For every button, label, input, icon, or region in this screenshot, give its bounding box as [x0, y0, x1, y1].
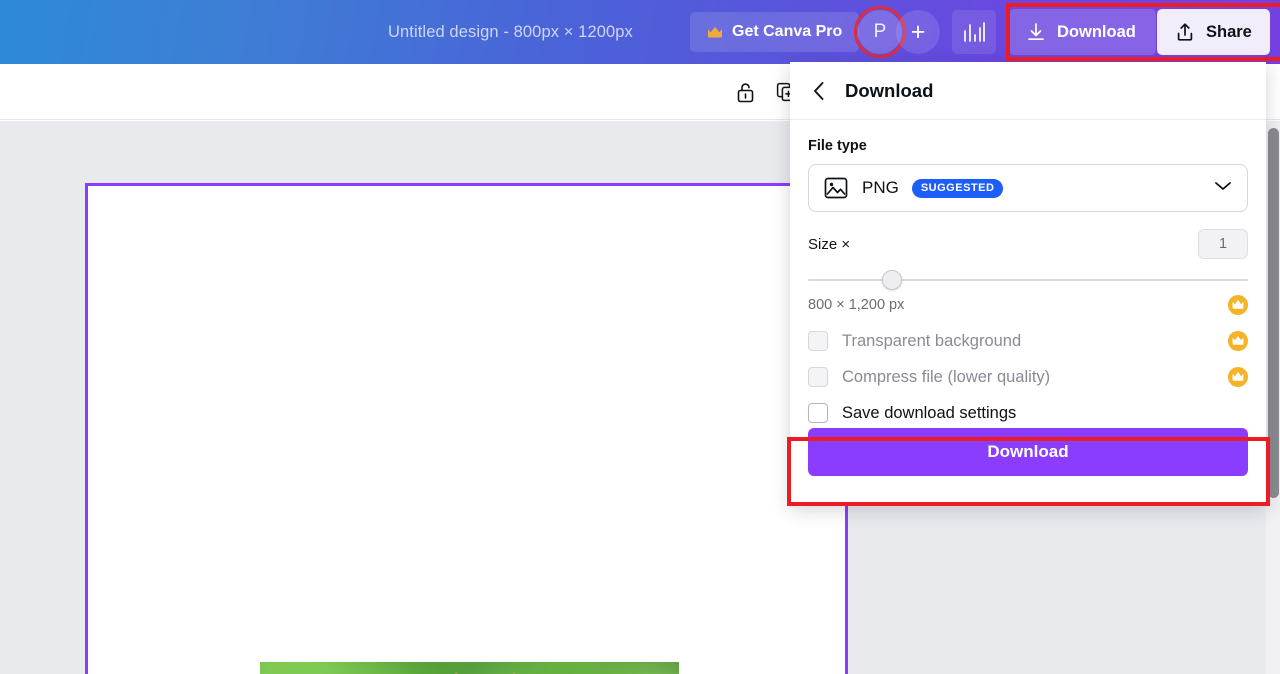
design-page[interactable]: [85, 183, 848, 674]
transparent-background-checkbox[interactable]: [808, 331, 828, 351]
download-action-wrap: Download: [808, 428, 1248, 476]
get-canva-pro-label: Get Canva Pro: [732, 23, 843, 40]
download-panel: Download File type PNG SUGGESTED Size × …: [790, 62, 1266, 506]
dimensions-row: 800 × 1,200 px: [808, 295, 1248, 315]
size-slider-track[interactable]: [808, 279, 1248, 281]
file-type-chevron[interactable]: [1213, 179, 1233, 197]
crown-badge-icon: [1228, 367, 1248, 387]
compress-file-label: Compress file (lower quality): [842, 367, 1051, 386]
file-type-select[interactable]: PNG SUGGESTED: [808, 164, 1248, 212]
size-input[interactable]: 1: [1198, 229, 1248, 259]
option-compress-file[interactable]: Compress file (lower quality): [808, 367, 1248, 387]
dimensions-text: 800 × 1,200 px: [808, 297, 905, 313]
compress-file-checkbox[interactable]: [808, 367, 828, 387]
lock-button[interactable]: [731, 78, 759, 106]
chevron-left-icon: [814, 81, 824, 100]
canva-editor-screen: Untitled design - 800px × 1200px Get Can…: [0, 0, 1280, 674]
save-download-settings-checkbox[interactable]: [808, 403, 828, 423]
panel-back-button[interactable]: [807, 79, 831, 103]
insights-button[interactable]: [952, 10, 996, 54]
header-download-button[interactable]: Download: [1009, 9, 1156, 55]
header-share-button[interactable]: Share: [1157, 9, 1270, 55]
size-row: Size × 1: [808, 229, 1248, 259]
crown-badge-icon: [1228, 331, 1248, 351]
download-panel-title: Download: [845, 79, 934, 101]
download-panel-header: Download: [790, 62, 1266, 120]
vertical-scrollbar-thumb[interactable]: [1268, 128, 1279, 498]
header-download-label: Download: [1057, 22, 1136, 41]
lock-open-icon: [737, 82, 753, 102]
share-upload-icon: [1177, 23, 1193, 41]
add-collaborator-button[interactable]: +: [896, 10, 940, 54]
file-type-suggested-badge: SUGGESTED: [911, 178, 1004, 198]
plus-icon: +: [910, 17, 926, 46]
get-canva-pro-button[interactable]: Get Canva Pro: [690, 12, 860, 52]
crown-icon: [708, 26, 722, 37]
chevron-down-icon: [1215, 182, 1231, 190]
save-download-settings-label: Save download settings: [842, 403, 1017, 422]
header-share-label: Share: [1206, 22, 1252, 41]
image-file-icon: [824, 177, 848, 199]
download-arrow-icon: [1028, 23, 1044, 41]
design-title: Untitled design - 800px × 1200px: [388, 22, 633, 41]
option-save-download-settings[interactable]: Save download settings: [808, 403, 1248, 423]
size-slider-thumb[interactable]: [882, 270, 902, 290]
file-type-value: PNG: [862, 178, 899, 197]
crown-badge-icon: [1228, 295, 1248, 315]
panel-download-button[interactable]: Download: [808, 428, 1248, 476]
size-slider[interactable]: [808, 267, 1248, 293]
top-header-bar: Untitled design - 800px × 1200px Get Can…: [0, 0, 1280, 64]
bar-chart-icon: [964, 22, 985, 42]
file-type-label: File type: [808, 138, 867, 154]
download-panel-body: File type PNG SUGGESTED Size × 1 800 × 1…: [790, 120, 1266, 423]
cat-photo-element[interactable]: [260, 662, 679, 674]
transparent-background-label: Transparent background: [842, 331, 1022, 350]
size-label: Size ×: [808, 235, 851, 253]
option-transparent-background[interactable]: Transparent background: [808, 331, 1248, 351]
